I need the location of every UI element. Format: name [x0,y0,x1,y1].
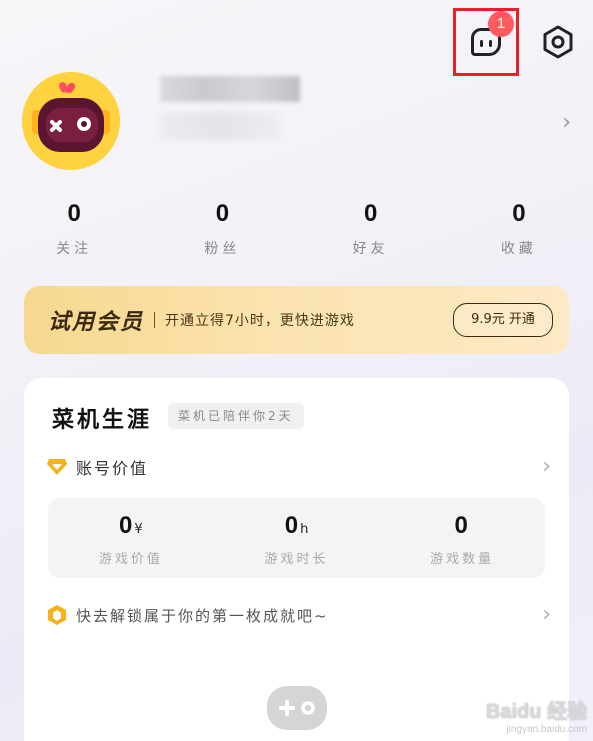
stat-value: 0 [363,200,378,227]
account-value-label: 账号价值 [76,459,149,478]
vip-title: 试用会员 [48,310,145,335]
chevron-right-icon: › [542,602,551,627]
stat-fans[interactable]: 0 粉丝 [148,200,296,258]
value-unit: ¥ [134,522,143,537]
value-number: 0 [284,512,299,539]
gamepad-icon [267,686,327,730]
stat-follow[interactable]: 0 关注 [0,200,148,258]
stats-bar: 0 关注 0 粉丝 0 好友 0 收藏 [0,200,593,258]
stat-value: 0 [512,200,526,227]
stat-label: 粉丝 [204,241,241,257]
watermark-sub: jingyan.baidu.com [506,724,587,735]
watermark: Baidu 经验 jingyan.baidu.com [486,695,587,735]
chevron-right-icon: › [562,110,571,135]
career-days-tag: 菜机已陪伴你2天 [168,403,304,429]
username-blurred [160,76,300,102]
user-id-blurred [160,112,280,140]
message-button[interactable]: 1 [453,8,519,76]
account-value-row[interactable]: 账号价值 › [46,452,551,482]
value-number: 0 [454,512,468,539]
chevron-right-icon: › [542,454,551,479]
stat-label: 好友 [352,241,389,257]
stat-label: 收藏 [500,241,537,257]
achievement-badge-icon [48,605,66,625]
career-card: 菜机生涯 菜机已陪伴你2天 账号价值 › 0 ¥ 游戏价值 0h 游戏时长 0 游… [24,378,569,741]
stat-friends[interactable]: 0 好友 [297,200,445,258]
avatar-mascot-icon [22,72,120,170]
game-value-item: 0 ¥ 游戏价值 [48,498,214,578]
message-badge: 1 [488,11,514,37]
stat-value: 0 [67,200,81,227]
value-label: 游戏价值 [98,552,163,567]
achievement-hint: 快去解锁属于你的第一枚成就吧~ [76,606,329,625]
stat-value: 0 [215,200,230,227]
value-unit: h [300,522,309,537]
career-title: 菜机生涯 [52,408,153,433]
watermark-main: Baidu 经验 [485,701,587,723]
divider [154,312,156,328]
value-label: 游戏数量 [430,552,495,567]
value-label: 游戏时长 [264,552,329,567]
value-number: 0 [119,512,133,539]
vip-trial-banner[interactable]: 试用会员 开通立得7小时，更快进游戏 9.9元 开通 [24,286,569,354]
avatar[interactable] [22,72,120,170]
vip-description: 开通立得7小时，更快进游戏 [165,313,355,329]
top-actions: 1 [453,8,577,76]
gear-icon [543,25,573,59]
vip-open-button[interactable]: 9.9元 开通 [453,303,553,337]
value-summary: 0 ¥ 游戏价值 0h 游戏时长 0 游戏数量 [48,498,545,578]
settings-button[interactable] [539,23,577,61]
game-count-item: 0 游戏数量 [379,498,545,578]
achievement-row[interactable]: 快去解锁属于你的第一枚成就吧~ › [46,600,551,630]
diamond-icon [47,459,67,475]
profile-header[interactable]: › [22,72,577,172]
stat-favorites[interactable]: 0 收藏 [445,200,593,258]
stat-label: 关注 [56,241,93,257]
gamepad-glyph [267,686,327,730]
game-time-item: 0h 游戏时长 [214,498,380,578]
